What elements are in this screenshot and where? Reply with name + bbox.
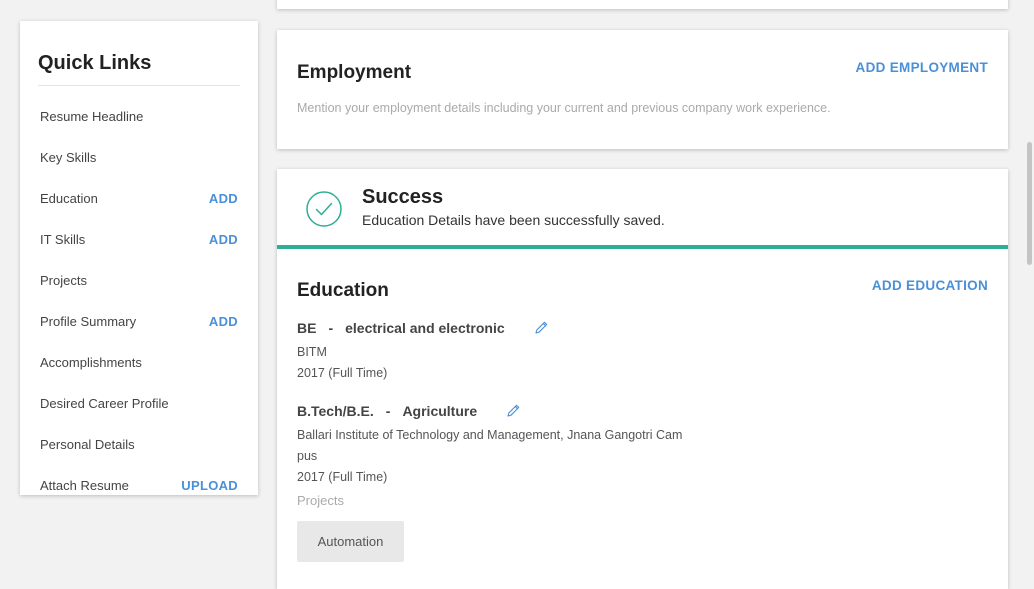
quick-link-label: Projects xyxy=(40,273,87,288)
success-title: Success xyxy=(362,186,444,208)
quick-link-education[interactable]: Education ADD xyxy=(40,178,238,219)
education-section: Success Education Details have been succ… xyxy=(277,169,1008,589)
success-check-icon xyxy=(306,191,342,227)
upload-resume-link[interactable]: UPLOAD xyxy=(181,478,238,493)
quick-link-label: IT Skills xyxy=(40,232,86,247)
education-entry: B.Tech/B.E. - Agriculture Ballari Instit… xyxy=(297,401,687,488)
quick-link-profile-summary[interactable]: Profile Summary ADD xyxy=(40,301,238,342)
quick-link-projects[interactable]: Projects xyxy=(40,260,238,301)
education-specialization: Agriculture xyxy=(402,403,478,419)
quick-links-panel: Quick Links Resume Headline Key Skills E… xyxy=(20,21,258,495)
education-separator: - xyxy=(328,320,334,336)
education-degree: BE xyxy=(297,320,317,336)
projects-label: Projects xyxy=(297,493,344,508)
education-specialization: electrical and electronic xyxy=(345,320,505,336)
quick-link-label: Personal Details xyxy=(40,437,135,452)
quick-links-title: Quick Links xyxy=(38,52,152,74)
add-education-link[interactable]: ADD xyxy=(209,191,238,206)
previous-section-card xyxy=(277,0,1008,9)
quick-link-label: Resume Headline xyxy=(40,109,144,124)
education-year: 2017 (Full Time) xyxy=(297,366,388,380)
quick-link-label: Desired Career Profile xyxy=(40,396,169,411)
education-separator: - xyxy=(385,403,391,419)
quick-link-resume-headline[interactable]: Resume Headline xyxy=(40,96,238,137)
add-education-button[interactable]: ADD EDUCATION xyxy=(872,278,988,293)
education-entry: BE - electrical and electronic BITM 2017… xyxy=(297,318,549,384)
quick-link-label: Education xyxy=(40,191,98,206)
education-institute: Ballari Institute of Technology and Mana… xyxy=(297,428,683,463)
divider xyxy=(38,85,240,86)
project-chip[interactable]: Automation xyxy=(297,521,404,562)
quick-links-list: Resume Headline Key Skills Education ADD… xyxy=(40,96,238,506)
quick-link-personal-details[interactable]: Personal Details xyxy=(40,424,238,465)
education-entry-heading: B.Tech/B.E. - Agriculture xyxy=(297,401,687,421)
add-profile-summary-link[interactable]: ADD xyxy=(209,314,238,329)
quick-link-desired-career-profile[interactable]: Desired Career Profile xyxy=(40,383,238,424)
quick-link-label: Attach Resume xyxy=(40,478,129,493)
quick-link-it-skills[interactable]: IT Skills ADD xyxy=(40,219,238,260)
add-employment-button[interactable]: ADD EMPLOYMENT xyxy=(856,60,988,75)
education-title: Education xyxy=(297,280,389,301)
education-year: 2017 (Full Time) xyxy=(297,470,388,484)
success-message: Education Details have been successfully… xyxy=(362,212,665,228)
success-banner: Success Education Details have been succ… xyxy=(277,169,1008,249)
employment-section: Employment ADD EMPLOYMENT Mention your e… xyxy=(277,30,1008,149)
employment-title: Employment xyxy=(297,62,412,83)
quick-link-label: Key Skills xyxy=(40,150,97,165)
edit-pencil-icon[interactable] xyxy=(505,403,521,419)
quick-link-attach-resume[interactable]: Attach Resume UPLOAD xyxy=(40,465,238,506)
edit-pencil-icon[interactable] xyxy=(533,320,549,336)
education-entry-heading: BE - electrical and electronic xyxy=(297,318,549,338)
education-degree: B.Tech/B.E. xyxy=(297,403,374,419)
quick-link-accomplishments[interactable]: Accomplishments xyxy=(40,342,238,383)
scrollbar-thumb[interactable] xyxy=(1027,142,1032,265)
education-institute: BITM xyxy=(297,345,327,359)
quick-link-label: Profile Summary xyxy=(40,314,137,329)
add-it-skills-link[interactable]: ADD xyxy=(209,232,238,247)
quick-link-label: Accomplishments xyxy=(40,355,142,370)
employment-description: Mention your employment details includin… xyxy=(297,101,831,115)
quick-link-key-skills[interactable]: Key Skills xyxy=(40,137,238,178)
